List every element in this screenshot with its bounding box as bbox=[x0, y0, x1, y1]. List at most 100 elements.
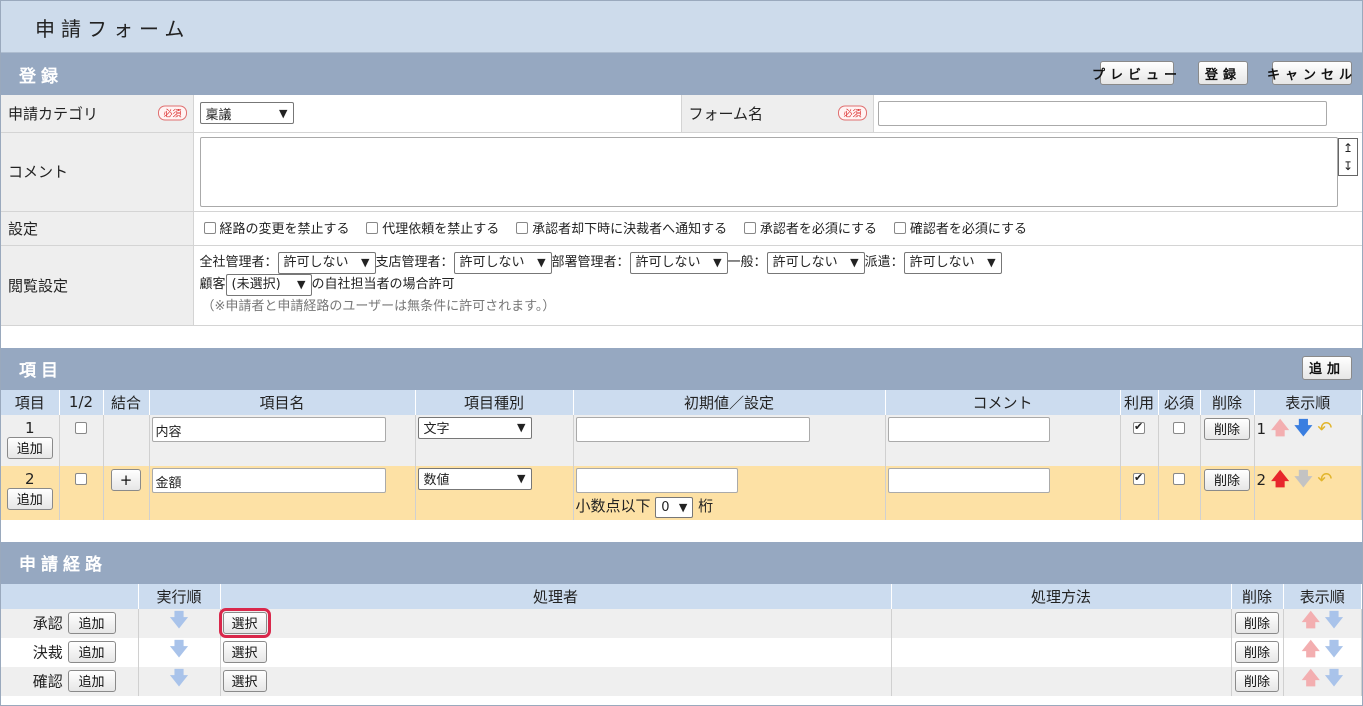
arrow-down-icon: 🡇 bbox=[1324, 638, 1344, 660]
decimal-value: 0 bbox=[661, 499, 670, 515]
column-header: 項目名 bbox=[149, 389, 416, 415]
add-route-button[interactable]: 追加 bbox=[67, 611, 116, 634]
decimal-setting: 小数点以下 0 ▼ 桁 bbox=[576, 495, 883, 518]
required-checkbox[interactable] bbox=[1173, 422, 1185, 434]
column-header: 1/2 bbox=[59, 389, 104, 415]
setting-label: 代理依頼を禁止する bbox=[382, 222, 500, 238]
resize-toggle-icon[interactable]: ↥ ↧ bbox=[1338, 137, 1358, 176]
role-select[interactable]: 許可しない ▼ bbox=[766, 252, 865, 274]
role-select[interactable]: 許可しない ▼ bbox=[903, 252, 1002, 274]
delete-button[interactable]: 削除 bbox=[1204, 468, 1250, 491]
setting-option[interactable]: 代理依頼を禁止する bbox=[366, 218, 499, 237]
arrow-down-icon: 🡇 bbox=[1324, 609, 1344, 631]
add-row-button[interactable]: 追加 bbox=[6, 436, 53, 459]
delete-button[interactable]: 削除 bbox=[1235, 611, 1279, 634]
required-checkbox[interactable] bbox=[1173, 473, 1185, 485]
arrow-down-icon: 🡇 bbox=[1324, 667, 1344, 689]
delete-button[interactable]: 削除 bbox=[1235, 640, 1279, 663]
item-type-value: 数値 bbox=[423, 473, 450, 488]
settings-label: 設定 bbox=[8, 219, 39, 238]
item-comment-input[interactable] bbox=[887, 467, 1050, 493]
view-note: （※申請者と申請経路のユーザーは無条件に許可されます。） bbox=[201, 299, 556, 314]
save-button[interactable]: 登録 bbox=[1198, 61, 1248, 85]
setting-label: 承認者を必須にする bbox=[759, 222, 878, 238]
role-select[interactable]: 許可しない ▼ bbox=[277, 252, 376, 274]
preview-button[interactable]: プレビュー bbox=[1092, 61, 1177, 85]
select-processor-button[interactable]: 選択 bbox=[222, 640, 267, 663]
item-name-input[interactable]: 金額 bbox=[151, 467, 386, 493]
use-checkbox[interactable] bbox=[1133, 471, 1145, 485]
route-label: 承認 bbox=[32, 614, 63, 632]
item-type-select[interactable]: 数値 ▼ bbox=[417, 467, 532, 490]
category-select[interactable]: 稟議 ▼ bbox=[199, 102, 294, 125]
table-row: 承認 追加 🡇 選択 削除 🡅 🡇 bbox=[1, 607, 1362, 638]
register-form: 申請カテゴリ 必須 稟議 ▼ フォーム名 必須 コメント ↥ ↧ 設定 経路の変… bbox=[1, 95, 1362, 326]
arrow-down-icon[interactable]: 🡇 bbox=[1294, 418, 1313, 439]
default-value-input[interactable] bbox=[575, 467, 738, 493]
checkbox-icon[interactable] bbox=[203, 221, 216, 234]
route-header-row: 実行順 処理者 処理方法 削除 表示順 bbox=[1, 583, 1362, 609]
default-value-input[interactable] bbox=[575, 416, 810, 442]
register-heading: 登録 bbox=[19, 66, 63, 87]
add-route-button[interactable]: 追加 bbox=[67, 669, 116, 692]
select-processor-button[interactable]: 選択 bbox=[222, 669, 267, 692]
arrow-up-icon: 🡅 bbox=[1270, 417, 1290, 439]
column-header: 項目種別 bbox=[415, 389, 574, 415]
column-header: 項目 bbox=[1, 389, 60, 415]
checkbox-icon[interactable] bbox=[893, 221, 906, 234]
item-type-select[interactable]: 文字 ▼ bbox=[417, 416, 532, 439]
half-width-checkbox[interactable] bbox=[75, 473, 87, 485]
delete-button[interactable]: 削除 bbox=[1204, 417, 1250, 440]
view-roles-row: 全社管理者： 許可しない ▼ 支店管理者： 許可しない ▼ 部署管理者： 許可しない ▼ 一般：許… bbox=[200, 252, 1363, 274]
item-name-input[interactable]: 内容 bbox=[151, 416, 386, 442]
column-header: 削除 bbox=[1231, 583, 1284, 609]
setting-option[interactable]: 承認者却下時に決裁者へ通知する bbox=[516, 218, 727, 237]
decimal-select[interactable]: 0 ▼ bbox=[655, 496, 694, 518]
comment-label-cell: コメント bbox=[1, 132, 194, 212]
use-checkbox[interactable] bbox=[1133, 420, 1145, 434]
checkbox-icon[interactable] bbox=[366, 221, 379, 234]
arrow-up-icon: 🡅 bbox=[1301, 638, 1321, 660]
add-route-button[interactable]: 追加 bbox=[67, 640, 116, 663]
setting-option[interactable]: 承認者を必須にする bbox=[743, 218, 878, 238]
join-button[interactable]: + bbox=[111, 468, 141, 491]
form-name-input[interactable] bbox=[877, 100, 1327, 126]
add-item-button[interactable]: 追加 bbox=[1302, 355, 1352, 380]
role-select[interactable]: 許可しない ▼ bbox=[629, 252, 728, 274]
route-heading: 申請経路 bbox=[19, 555, 107, 575]
arrow-up-icon[interactable]: 🡅 bbox=[1271, 469, 1290, 490]
role-select-value: 許可しない bbox=[909, 255, 975, 270]
item-comment-input[interactable] bbox=[887, 416, 1050, 442]
category-select-value: 稟議 bbox=[205, 107, 232, 123]
undo-icon[interactable]: ↶ bbox=[1317, 418, 1332, 439]
setting-label: 確認者を必須にする bbox=[909, 222, 1027, 238]
decimal-unit: 桁 bbox=[698, 496, 714, 515]
delete-button[interactable]: 削除 bbox=[1235, 669, 1279, 692]
items-header-row: 項目 1/2 結合 項目名 項目種別 初期値／設定 コメント 利用 必須 削除 … bbox=[1, 389, 1362, 415]
half-width-checkbox[interactable] bbox=[75, 422, 87, 434]
chevron-down-icon: ▼ bbox=[678, 500, 688, 514]
role-select-value: 許可しない bbox=[459, 255, 525, 270]
add-row-button[interactable]: 追加 bbox=[6, 487, 53, 510]
form-name-label: フォーム名 bbox=[688, 104, 764, 123]
customer-select[interactable]: (未選択) ▼ bbox=[225, 274, 312, 296]
undo-icon[interactable]: ↶ bbox=[1317, 469, 1332, 490]
checkbox-icon[interactable] bbox=[743, 221, 756, 234]
items-heading: 項目 bbox=[19, 361, 63, 381]
role-select[interactable]: 許可しない ▼ bbox=[453, 252, 552, 274]
comment-textarea[interactable] bbox=[199, 136, 1338, 207]
select-processor-button[interactable]: 選択 bbox=[218, 607, 271, 638]
arrow-down-icon: 🡇 bbox=[169, 667, 189, 689]
cancel-button[interactable]: キャンセル bbox=[1267, 61, 1352, 85]
view-label-cell: 閲覧設定 bbox=[1, 245, 194, 326]
column-header: 必須 bbox=[1158, 389, 1201, 415]
route-label: 決裁 bbox=[32, 643, 63, 661]
category-label: 申請カテゴリ bbox=[8, 104, 99, 123]
setting-option[interactable]: 確認者を必須にする bbox=[893, 218, 1027, 238]
column-header: コメント bbox=[885, 389, 1121, 415]
arrow-down-icon: 🡇 bbox=[169, 609, 189, 631]
checkbox-icon[interactable] bbox=[516, 221, 529, 234]
setting-option[interactable]: 経路の変更を禁止する bbox=[203, 218, 350, 237]
column-header: 実行順 bbox=[138, 583, 221, 609]
